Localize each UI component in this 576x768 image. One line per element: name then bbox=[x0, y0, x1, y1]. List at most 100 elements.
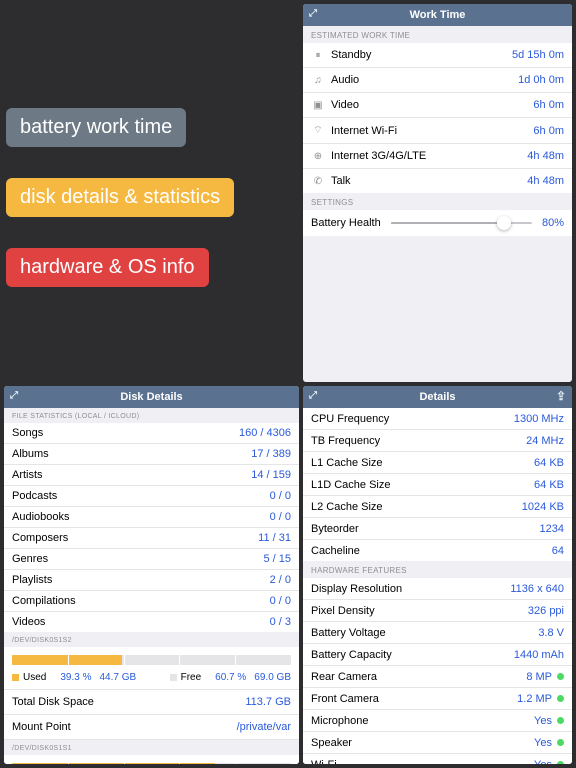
row-value: 4h 48m bbox=[527, 150, 564, 162]
work-time-row: ⏸Standby5d 15h 0m bbox=[303, 43, 572, 68]
panel-header-work-time: ⤢ Work Time bbox=[303, 4, 572, 26]
hw-row: Pixel Density326 ppi bbox=[303, 600, 572, 622]
panel-disk-details: ⤢ Disk Details FILE STATISTICS (LOCAL / … bbox=[4, 386, 299, 764]
hw-row: MicrophoneYes bbox=[303, 710, 572, 732]
detail-value: 1234 bbox=[540, 523, 564, 535]
stat-row: Podcasts0 / 0 bbox=[4, 486, 299, 507]
stat-value: 17 / 389 bbox=[251, 448, 291, 460]
detail-value: 1300 MHz bbox=[514, 413, 564, 425]
stat-value: 0 / 0 bbox=[270, 595, 291, 607]
hw-value: 1136 x 640 bbox=[510, 583, 564, 595]
stat-row: Playlists2 / 0 bbox=[4, 570, 299, 591]
row-value: 4h 48m bbox=[527, 175, 564, 187]
hw-value: 1.2 MP bbox=[517, 693, 552, 705]
stat-label: Songs bbox=[12, 427, 239, 439]
pill-battery: battery work time bbox=[6, 108, 186, 147]
panel-work-time: ⤢ Work Time ESTIMATED WORK TIME ⏸Standby… bbox=[303, 4, 572, 382]
detail-row: CPU Frequency1300 MHz bbox=[303, 408, 572, 430]
status-dot bbox=[557, 695, 564, 702]
status-dot bbox=[557, 717, 564, 724]
row-icon: ⏸ bbox=[311, 50, 325, 61]
stat-row: Albums17 / 389 bbox=[4, 444, 299, 465]
detail-label: Cacheline bbox=[311, 545, 552, 557]
section-estimated: ESTIMATED WORK TIME bbox=[303, 26, 572, 43]
detail-value: 64 KB bbox=[534, 479, 564, 491]
hw-value: 1440 mAh bbox=[514, 649, 564, 661]
share-icon[interactable]: ⇪ bbox=[556, 389, 566, 403]
hw-label: Speaker bbox=[311, 737, 534, 749]
row-value: 6h 0m bbox=[533, 125, 564, 137]
detail-label: L1D Cache Size bbox=[311, 479, 534, 491]
stat-row: Compilations0 / 0 bbox=[4, 591, 299, 612]
detail-label: TB Frequency bbox=[311, 435, 526, 447]
hw-label: Microphone bbox=[311, 715, 534, 727]
hw-value: Yes bbox=[534, 715, 552, 727]
work-time-row: ⌔Internet Wi-Fi6h 0m bbox=[303, 118, 572, 144]
hw-row: Battery Voltage3.8 V bbox=[303, 622, 572, 644]
stat-row: Artists14 / 159 bbox=[4, 465, 299, 486]
battery-health-slider[interactable] bbox=[391, 222, 532, 224]
stat-value: 2 / 0 bbox=[270, 574, 291, 586]
detail-row: L2 Cache Size1024 KB bbox=[303, 496, 572, 518]
detail-row: L1D Cache Size64 KB bbox=[303, 474, 572, 496]
row-value: 5d 15h 0m bbox=[512, 49, 564, 61]
section-hw-features: HARDWARE FEATURES bbox=[303, 561, 572, 578]
row-icon: ▣ bbox=[311, 100, 325, 111]
stat-value: 160 / 4306 bbox=[239, 427, 291, 439]
pill-disk: disk details & statistics bbox=[6, 178, 234, 217]
hw-row: Wi-FiYes bbox=[303, 754, 572, 764]
work-time-row: ⊕Internet 3G/4G/LTE4h 48m bbox=[303, 144, 572, 169]
hw-value: Yes bbox=[534, 737, 552, 749]
stat-row: Genres5 / 15 bbox=[4, 549, 299, 570]
stat-row: Composers11 / 31 bbox=[4, 528, 299, 549]
hw-row: Rear Camera8 MP bbox=[303, 666, 572, 688]
detail-label: L1 Cache Size bbox=[311, 457, 534, 469]
detail-value: 64 bbox=[552, 545, 564, 557]
disk1-total: Total Disk Space113.7 GB bbox=[4, 690, 299, 715]
disk1-mount: Mount Point/private/var bbox=[4, 715, 299, 740]
hw-row: Front Camera1.2 MP bbox=[303, 688, 572, 710]
detail-label: CPU Frequency bbox=[311, 413, 514, 425]
detail-value: 24 MHz bbox=[526, 435, 564, 447]
section-settings: SETTINGS bbox=[303, 193, 572, 210]
work-time-row: ✆Talk4h 48m bbox=[303, 169, 572, 193]
battery-health-row: Battery Health 80% bbox=[303, 210, 572, 236]
panel-header-details: ⤢ Details ⇪ bbox=[303, 386, 572, 408]
row-label: Internet Wi-Fi bbox=[331, 125, 533, 137]
stat-value: 0 / 0 bbox=[270, 490, 291, 502]
disk2-bar bbox=[4, 755, 299, 764]
work-time-row: ▣ Video6h 0m bbox=[303, 93, 572, 118]
hw-row: Battery Capacity1440 mAh bbox=[303, 644, 572, 666]
row-label: Video bbox=[331, 99, 533, 111]
panel-header-disk: ⤢ Disk Details bbox=[4, 386, 299, 408]
stat-label: Audiobooks bbox=[12, 511, 270, 523]
hw-label: Wi-Fi bbox=[311, 759, 534, 765]
section-file-stats: FILE STATISTICS (LOCAL / ICLOUD) bbox=[4, 408, 299, 423]
detail-value: 64 KB bbox=[534, 457, 564, 469]
panel-title: Disk Details bbox=[120, 391, 182, 403]
stat-label: Albums bbox=[12, 448, 251, 460]
expand-icon[interactable]: ⤢ bbox=[10, 390, 18, 401]
pill-hardware: hardware & OS info bbox=[6, 248, 209, 287]
row-icon: ✆ bbox=[311, 176, 325, 187]
hw-label: Battery Capacity bbox=[311, 649, 514, 661]
panel-details: ⤢ Details ⇪ CPU Frequency1300 MHz TB Freq… bbox=[303, 386, 572, 764]
row-value: 1d 0h 0m bbox=[518, 74, 564, 86]
expand-icon[interactable]: ⤢ bbox=[309, 8, 317, 19]
row-value: 6h 0m bbox=[533, 99, 564, 111]
detail-label: L2 Cache Size bbox=[311, 501, 522, 513]
row-icon: ♫ bbox=[311, 75, 325, 86]
hw-label: Display Resolution bbox=[311, 583, 510, 595]
detail-value: 1024 KB bbox=[522, 501, 564, 513]
hw-row: SpeakerYes bbox=[303, 732, 572, 754]
expand-icon[interactable]: ⤢ bbox=[309, 390, 317, 401]
hw-value: 326 ppi bbox=[528, 605, 564, 617]
hw-label: Front Camera bbox=[311, 693, 517, 705]
stat-value: 14 / 159 bbox=[251, 469, 291, 481]
slider-label: Battery Health bbox=[311, 217, 381, 229]
stat-label: Genres bbox=[12, 553, 263, 565]
stat-row: Audiobooks0 / 0 bbox=[4, 507, 299, 528]
stat-row: Songs160 / 4306 bbox=[4, 423, 299, 444]
status-dot bbox=[557, 761, 564, 764]
stat-label: Playlists bbox=[12, 574, 270, 586]
